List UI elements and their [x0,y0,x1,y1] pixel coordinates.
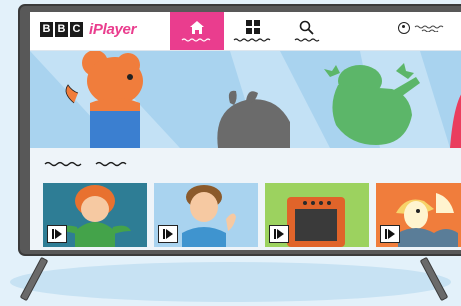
service-name: iPlayer [89,21,137,38]
programme-tile[interactable] [43,183,147,247]
programme-tile[interactable] [376,183,461,247]
programme-tile[interactable] [265,183,369,247]
play-button[interactable] [47,225,67,243]
floor-shadow [10,262,451,302]
bbc-letter-box: B [40,22,53,37]
account-button[interactable] [398,22,448,34]
bbc-iplayer-logo[interactable]: B B C iPlayer [40,21,136,38]
hero-banner[interactable] [30,51,461,148]
account-name-scribble [414,25,444,32]
tab-home[interactable] [170,12,224,50]
tv-screen: B B C iPlayer [30,12,461,250]
hero-illustration [30,51,461,148]
user-icon [398,22,410,34]
programme-tile[interactable] [154,183,258,247]
play-button[interactable] [269,225,289,243]
search-icon [299,20,314,35]
play-button[interactable] [158,225,178,243]
content-section [30,148,461,250]
play-icon [163,229,173,239]
grid-icon [246,20,260,34]
tab-label-scribble [233,38,271,42]
bbc-letter-box: B [55,22,68,37]
play-button[interactable] [380,225,400,243]
home-icon [190,21,204,34]
shelf-title-scribble [44,161,127,167]
play-icon [274,229,284,239]
play-icon [385,229,395,239]
bbc-letter-box: C [70,22,83,37]
play-icon [52,229,62,239]
tab-label-scribble [181,38,211,42]
tab-search[interactable] [280,12,334,50]
top-navigation-bar: B B C iPlayer [30,12,461,51]
tab-label-scribble [294,38,320,42]
tab-categories[interactable] [226,12,280,50]
